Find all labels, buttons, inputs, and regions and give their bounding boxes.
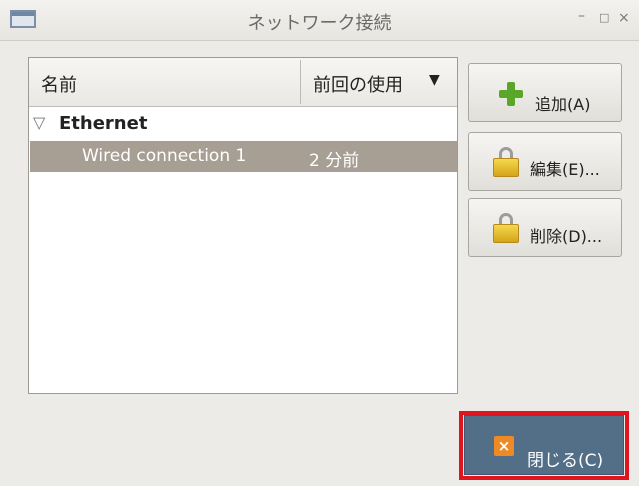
lock-icon (493, 213, 519, 243)
add-button-label: 追加(A) (535, 95, 591, 114)
lock-icon (493, 147, 519, 177)
close-icon: × (494, 436, 514, 456)
edit-button[interactable]: 編集(E)... (468, 132, 622, 191)
plus-icon (499, 82, 523, 106)
window-title: ネットワーク接続 (247, 13, 392, 34)
title-bar: ネットワーク接続 – □ × (0, 0, 639, 41)
close-button-label: 閉じる(C) (527, 451, 604, 471)
expand-triangle-icon[interactable]: ▽ (33, 113, 45, 132)
close-window-icon[interactable]: × (618, 10, 630, 26)
edit-button-label: 編集(E)... (530, 160, 600, 179)
connection-list[interactable]: 名前 前回の使用 ▼ ▽ Ethernet Wired connection 1… (28, 57, 458, 394)
delete-button-label: 削除(D)... (530, 227, 603, 246)
column-header-name[interactable]: 名前 (41, 71, 77, 97)
column-header-last-used[interactable]: 前回の使用 (313, 71, 403, 97)
add-button[interactable]: 追加(A) (468, 63, 622, 122)
maximize-icon[interactable]: □ (599, 11, 609, 24)
close-button[interactable]: × 閉じる(C) (464, 415, 624, 475)
group-label: Ethernet (59, 113, 148, 134)
minimize-icon[interactable]: – (578, 8, 585, 24)
delete-button[interactable]: 削除(D)... (468, 198, 622, 257)
sort-down-icon[interactable]: ▼ (429, 72, 440, 88)
connection-last-used: 2 分前 (309, 151, 360, 171)
connection-name: Wired connection 1 (82, 146, 247, 166)
list-header: 名前 前回の使用 ▼ (29, 58, 457, 107)
column-divider (300, 60, 301, 104)
list-item[interactable]: Wired connection 1 2 分前 (30, 141, 457, 172)
